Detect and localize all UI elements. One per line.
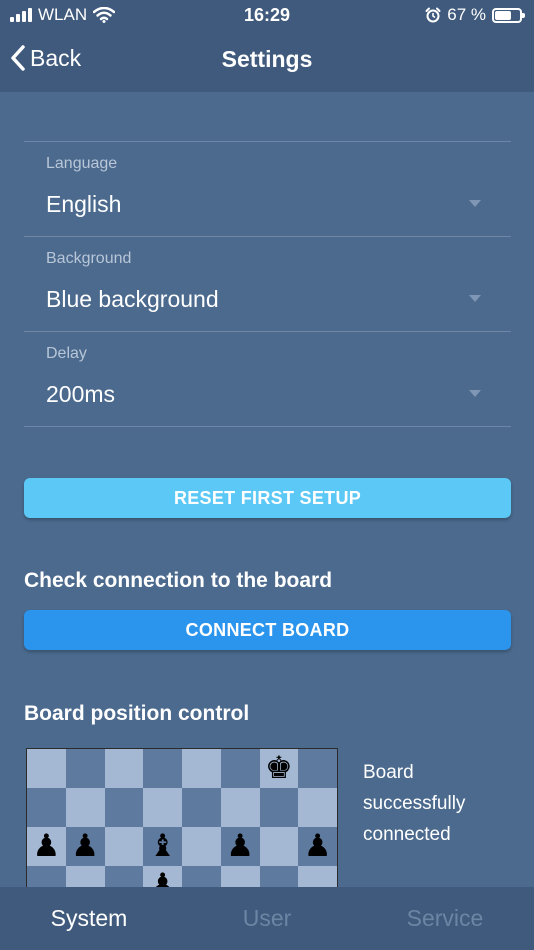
settings-list: Language English Background Blue backgro… (24, 141, 511, 427)
board-square: ♟ (220, 827, 260, 866)
board-square (143, 788, 182, 827)
status-right: 67 % (425, 5, 525, 25)
board-square: ♟ (65, 827, 105, 866)
background-value: Blue background (46, 286, 219, 312)
navigation-bar: Back Settings (0, 30, 534, 92)
caret-down-icon (469, 390, 481, 397)
board-square: ♚ (259, 749, 299, 788)
battery-percent: 67 % (447, 5, 486, 24)
background-select[interactable]: Background Blue background (24, 237, 511, 332)
board-square (143, 749, 182, 788)
board-square (220, 749, 260, 788)
tab-service[interactable]: Service (356, 887, 534, 950)
black-pawn-icon: ♟ (226, 828, 255, 864)
board-square: ♝ (143, 827, 182, 866)
reset-first-setup-button[interactable]: RESET FIRST SETUP (24, 478, 511, 518)
black-pawn-icon: ♟ (71, 828, 100, 864)
board-square (220, 866, 260, 887)
delay-label: Delay (46, 345, 87, 362)
black-king-icon: ♚ (264, 750, 293, 786)
black-pawn-icon: ♟ (303, 828, 332, 864)
board-square (104, 827, 144, 866)
board-square: ♟ (27, 827, 66, 866)
board-square (104, 866, 144, 887)
background-label: Background (46, 250, 132, 267)
language-select[interactable]: Language English (24, 142, 511, 237)
tab-user[interactable]: User (178, 887, 356, 950)
delay-select[interactable]: Delay 200ms (24, 332, 511, 427)
connect-board-button[interactable]: CONNECT BOARD (24, 610, 511, 650)
board-row: ♚ (27, 749, 337, 788)
black-pawn-icon: ♟ (32, 828, 61, 864)
board-square (65, 749, 105, 788)
board-square (259, 788, 299, 827)
board-square (182, 749, 221, 788)
board-row: ♟ ♟ ♝ ♟ ♟ (27, 827, 337, 866)
board-square (298, 749, 337, 788)
board-square (182, 827, 221, 866)
language-value: English (46, 191, 122, 217)
check-connection-heading: Check connection to the board (24, 569, 333, 592)
board-row (27, 788, 337, 827)
board-square (104, 788, 144, 827)
board-square (259, 827, 299, 866)
delay-value: 200ms (46, 381, 116, 407)
black-bishop-icon: ♝ (148, 828, 177, 864)
board-square (104, 749, 144, 788)
tab-bar: System User Service (0, 887, 534, 950)
board-square (65, 866, 105, 887)
board-square (27, 749, 66, 788)
board-square (298, 866, 337, 887)
caret-down-icon (469, 200, 481, 207)
board-square: ♟ (298, 827, 337, 866)
board-square (65, 788, 105, 827)
status-bar: WLAN 16:29 67 % (0, 0, 534, 30)
language-label: Language (46, 155, 118, 172)
board-square (259, 866, 299, 887)
board-square (27, 866, 66, 887)
board-square (182, 788, 221, 827)
board-row: ♟ (27, 866, 337, 888)
alarm-icon (425, 7, 441, 23)
board-square (27, 788, 66, 827)
board-square (220, 788, 260, 827)
page-title: Settings (221, 46, 313, 72)
tab-system[interactable]: System (0, 887, 178, 950)
board-status-text: Board successfully connected (363, 762, 466, 845)
board-square (182, 866, 221, 887)
chess-board: ♚ ♟ ♟ ♝ ♟ ♟ ♟ (26, 748, 338, 888)
board-square: ♟ (143, 866, 182, 888)
board-position-heading: Board position control (24, 702, 250, 725)
black-pawn-icon: ♟ (148, 867, 177, 888)
battery-level (495, 10, 512, 20)
caret-down-icon (469, 295, 481, 302)
board-square (298, 788, 337, 827)
battery-icon (492, 7, 525, 23)
